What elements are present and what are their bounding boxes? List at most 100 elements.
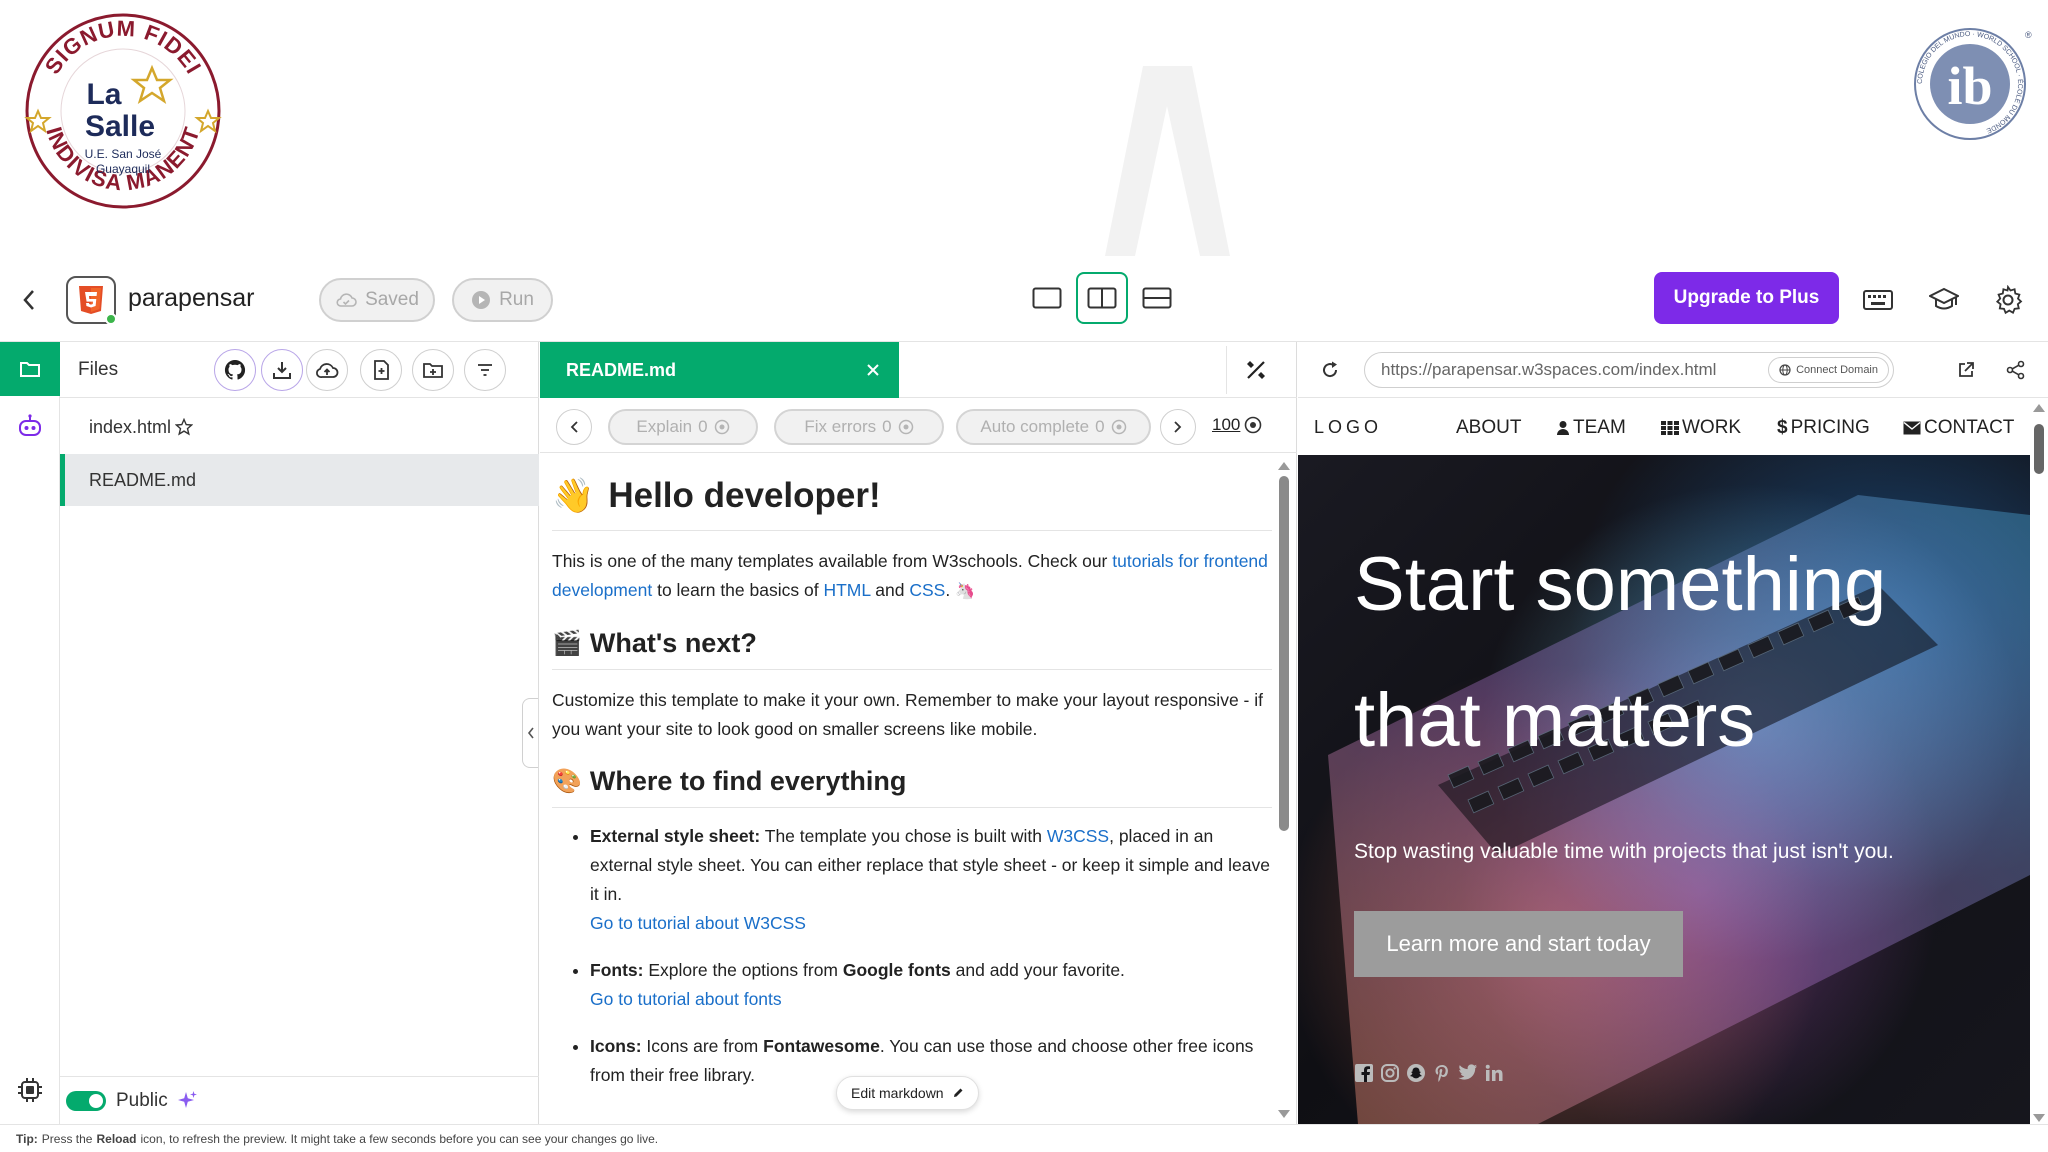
editor-header: parapensar Saved Run Upgrade to Plus <box>0 258 2048 342</box>
file-name: README.md <box>89 469 197 490</box>
project-name[interactable]: parapensar <box>128 284 254 313</box>
learn-button[interactable] <box>1922 276 1966 324</box>
fix-errors-button[interactable]: Fix errors 0 <box>774 409 944 445</box>
clapperboard-icon: 🎬 <box>552 630 582 657</box>
social-links <box>1354 1063 1504 1083</box>
public-toggle[interactable] <box>66 1090 106 1111</box>
saved-button[interactable]: Saved <box>319 278 435 322</box>
scroll-up-arrow-icon <box>2033 404 2045 412</box>
external-link-icon <box>1959 362 1974 377</box>
filter-icon <box>478 364 492 376</box>
rail-ai-assistant-button[interactable] <box>0 400 60 452</box>
list-item-title: Fonts: <box>590 960 644 980</box>
nav-about[interactable]: ABOUT <box>1456 417 1521 439</box>
unicorn-icon: 🦄 <box>955 583 976 600</box>
new-folder-button[interactable] <box>412 349 454 391</box>
upgrade-to-plus-button[interactable]: Upgrade to Plus <box>1654 272 1839 324</box>
linkedin-icon[interactable] <box>1484 1063 1504 1083</box>
twitter-icon[interactable] <box>1458 1063 1478 1081</box>
editor-scrollbar-thumb[interactable] <box>1279 476 1289 831</box>
tab-readme[interactable]: README.md <box>540 342 899 398</box>
w3css-tutorial-link[interactable]: Go to tutorial about W3CSS <box>590 913 806 933</box>
rail-files-button[interactable] <box>0 342 60 396</box>
share-icon <box>2006 360 2025 380</box>
reload-button[interactable] <box>1312 352 1348 388</box>
preview-url: https://parapensar.w3spaces.com/index.ht… <box>1381 360 1717 379</box>
intro-text: This is one of the many templates availa… <box>552 551 1113 571</box>
hero-cta-button[interactable]: Learn more and start today <box>1354 911 1683 977</box>
whats-next-paragraph: Customize this template to make it your … <box>552 690 1263 739</box>
single-pane-icon <box>1032 287 1062 309</box>
ai-credits[interactable]: 100 <box>1212 415 1262 435</box>
pencil-icon <box>953 1088 963 1097</box>
edit-markdown-button[interactable]: Edit markdown <box>836 1076 979 1110</box>
nav-work[interactable]: WORK <box>1661 417 1741 439</box>
whats-next-text: What's next? <box>589 628 757 658</box>
keyboard-shortcuts-button[interactable] <box>1856 276 1900 324</box>
nav-contact[interactable]: CONTACT <box>1903 417 2014 439</box>
reload-icon <box>1323 361 1338 378</box>
nav-pricing[interactable]: $ PRICING <box>1777 417 1870 439</box>
gear-icon <box>1995 285 2023 315</box>
css-link[interactable]: CSS <box>909 580 945 600</box>
filter-button[interactable] <box>464 349 506 391</box>
layout-split-vertical-button[interactable] <box>1076 272 1128 324</box>
editor-tools-button[interactable] <box>1226 346 1284 394</box>
auto-complete-button[interactable]: Auto complete 0 <box>956 409 1151 445</box>
list-item-text: Icons are from <box>641 1036 764 1056</box>
list-item-text: The template you chose is built with <box>760 826 1047 846</box>
editor-scrollbar[interactable] <box>1277 460 1291 1120</box>
open-in-new-tab-button[interactable] <box>1950 354 1982 386</box>
html-link[interactable]: HTML <box>823 580 870 600</box>
tip-text: Press the <box>41 1131 93 1146</box>
settings-button[interactable] <box>1986 276 2030 324</box>
run-button[interactable]: Run <box>452 278 553 322</box>
layout-split-horizontal-button[interactable] <box>1131 272 1183 324</box>
github-button[interactable] <box>214 349 256 391</box>
layout-single-pane-button[interactable] <box>1021 272 1073 324</box>
intro-text: and <box>870 580 910 600</box>
file-item-index-html[interactable]: index.html <box>60 401 539 453</box>
file-item-readme-md[interactable]: README.md <box>60 454 539 506</box>
fonts-tutorial-link[interactable]: Go to tutorial about fonts <box>590 989 782 1009</box>
html5-icon <box>79 286 103 314</box>
editor-tab-bar: README.md <box>540 342 1297 398</box>
dollar-icon: $ <box>1777 417 1788 438</box>
ai-scroll-right-button[interactable] <box>1160 409 1196 445</box>
facebook-icon[interactable] <box>1354 1063 1374 1083</box>
hero-subtitle: Stop wasting valuable time with projects… <box>1354 840 1894 863</box>
instagram-icon[interactable] <box>1380 1063 1400 1083</box>
chevron-left-icon <box>570 421 578 433</box>
collapse-files-panel-button[interactable] <box>522 698 538 768</box>
readme-preview: 👋 Hello developer! This is one of the ma… <box>552 454 1272 1119</box>
user-icon <box>1557 421 1569 435</box>
html5-project-icon <box>66 276 117 325</box>
play-icon <box>472 291 491 309</box>
share-button[interactable] <box>2000 354 2032 386</box>
connect-domain-button[interactable]: Connect Domain <box>1768 357 1889 383</box>
svg-text:®: ® <box>2025 30 2032 40</box>
explain-button[interactable]: Explain 0 <box>608 409 758 445</box>
nav-team[interactable]: TEAM <box>1556 417 1626 439</box>
rail-server-button[interactable] <box>0 1070 60 1110</box>
download-button[interactable] <box>261 349 303 391</box>
online-status-dot <box>105 313 117 325</box>
back-button[interactable] <box>14 280 44 320</box>
graduation-cap-icon <box>1929 287 1959 310</box>
close-tab-button[interactable] <box>861 358 885 382</box>
la-salle-seal-logo: SIGNUM FIDEI INDIVISA MANENT La Salle U.… <box>24 13 222 209</box>
upload-button[interactable] <box>306 349 348 391</box>
ai-scroll-left-button[interactable] <box>556 409 592 445</box>
robot-icon <box>19 414 41 436</box>
preview-scrollbar-thumb[interactable] <box>2034 424 2044 474</box>
w3css-link[interactable]: W3CSS <box>1047 826 1109 846</box>
run-label: Run <box>499 289 534 310</box>
new-file-button[interactable] <box>360 349 402 391</box>
star-icon[interactable] <box>175 418 194 436</box>
pinterest-icon[interactable] <box>1432 1063 1452 1083</box>
site-logo[interactable]: LOGO <box>1314 417 1382 438</box>
preview-url-field[interactable]: https://parapensar.w3spaces.com/index.ht… <box>1364 352 1894 388</box>
preview-scrollbar[interactable] <box>2032 402 2046 1124</box>
snapchat-icon[interactable] <box>1406 1063 1426 1083</box>
chip-icon <box>18 1078 42 1102</box>
